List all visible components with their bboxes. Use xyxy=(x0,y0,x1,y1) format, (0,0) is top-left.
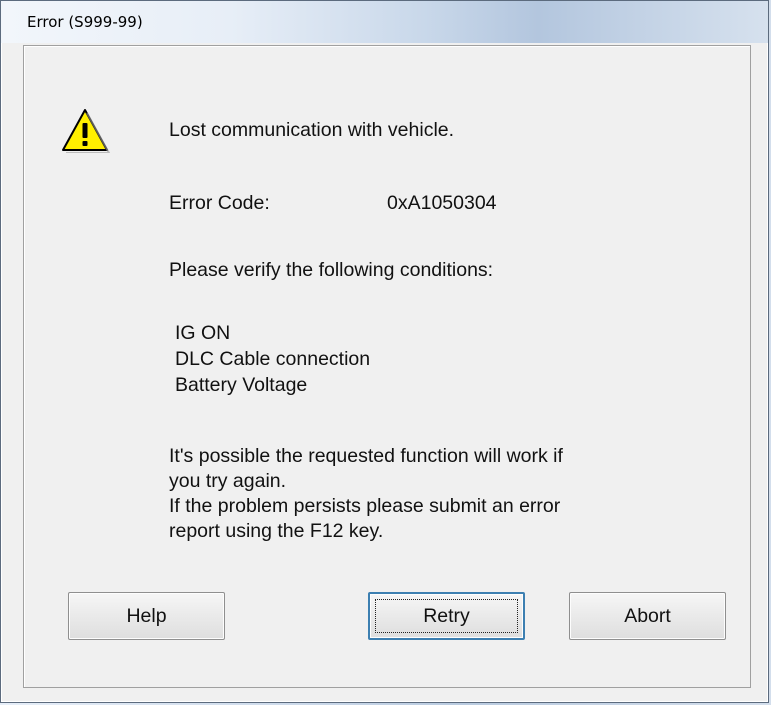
abort-button[interactable]: Abort xyxy=(569,592,726,640)
verify-prompt: Please verify the following conditions: xyxy=(169,259,494,281)
report-hint-line-1: If the problem persists please submit an… xyxy=(169,495,561,517)
retry-button-label: Retry xyxy=(423,604,470,627)
warning-icon xyxy=(62,109,110,153)
condition-item: Battery Voltage xyxy=(175,374,308,396)
window-title: Error (S999-99) xyxy=(27,13,143,31)
report-hint-line-2: report using the F12 key. xyxy=(169,520,384,542)
headline-text: Lost communication with vehicle. xyxy=(169,119,455,141)
condition-item: IG ON xyxy=(175,322,231,344)
retry-hint-line-1: It's possible the requested function wil… xyxy=(169,445,563,467)
focus-rectangle: Retry xyxy=(375,599,518,633)
error-code-value: 0xA1050304 xyxy=(387,192,497,214)
dialog-body: Lost communication with vehicle. Error C… xyxy=(23,45,751,688)
condition-item: DLC Cable connection xyxy=(175,348,371,370)
help-button-label: Help xyxy=(126,604,167,627)
retry-hint-line-2: you try again. xyxy=(169,470,287,492)
error-code-label: Error Code: xyxy=(169,192,270,214)
retry-button[interactable]: Retry xyxy=(368,592,525,640)
abort-button-label: Abort xyxy=(624,604,671,627)
error-dialog: Error (S999-99) Lost communication with … xyxy=(0,0,769,703)
help-button[interactable]: Help xyxy=(68,592,225,640)
title-bar[interactable]: Error (S999-99) xyxy=(1,1,768,43)
